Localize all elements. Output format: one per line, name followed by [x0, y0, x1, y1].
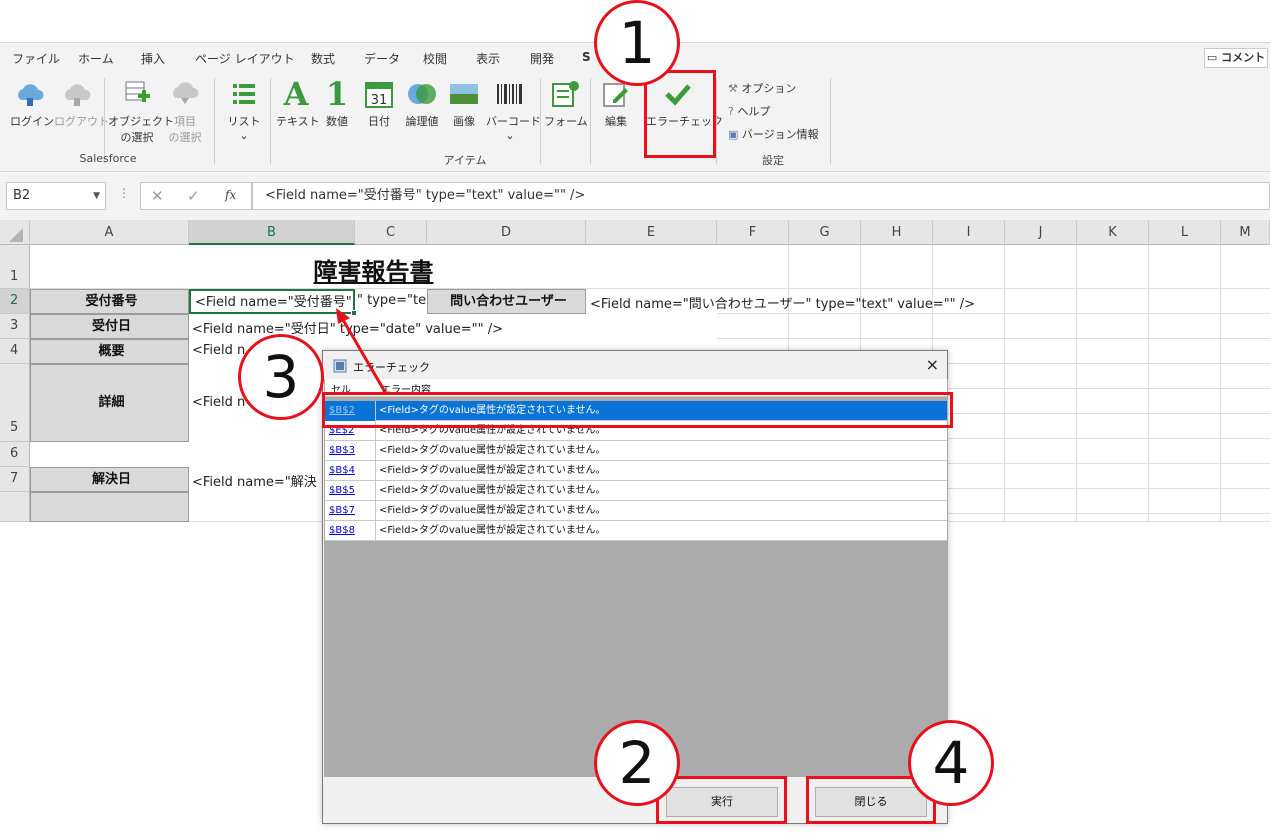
annotation-badge-3: 3: [238, 334, 324, 420]
annotation-arrow: [336, 308, 387, 393]
annotation-badge-2: 2: [594, 720, 680, 806]
annotation-badge-1: 1: [594, 0, 680, 86]
annotation-badge-4: 4: [908, 720, 994, 806]
